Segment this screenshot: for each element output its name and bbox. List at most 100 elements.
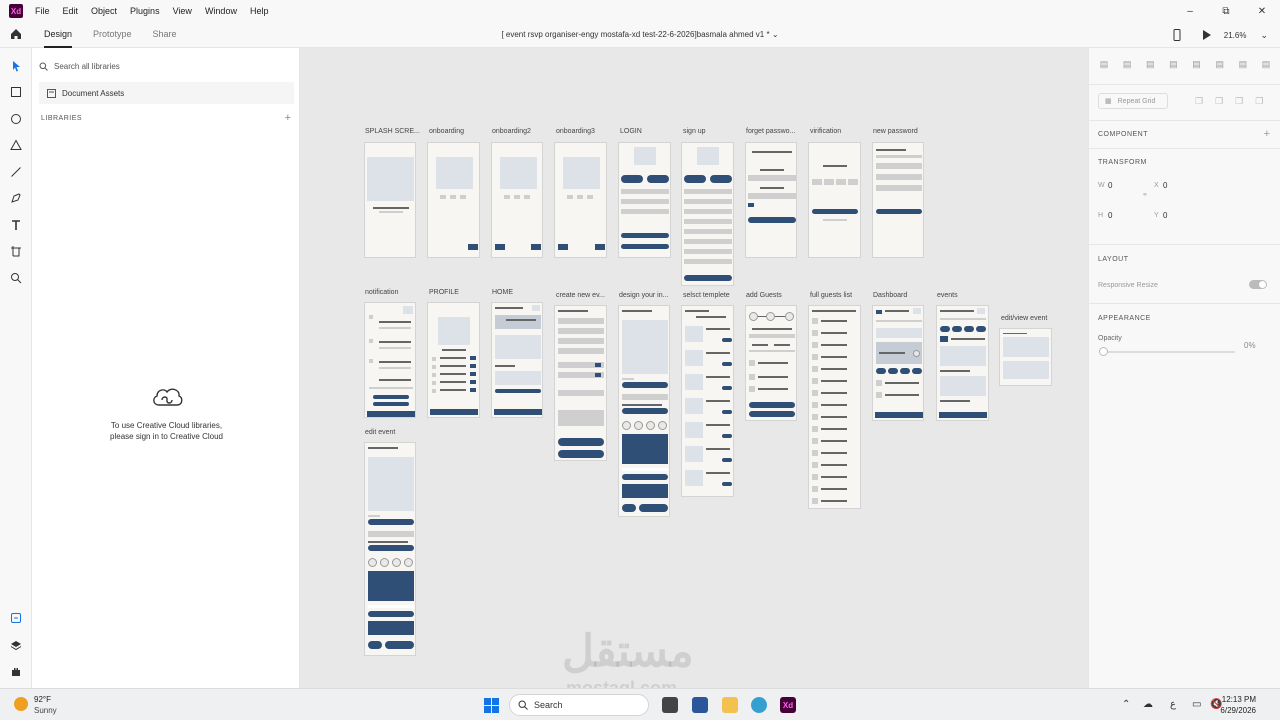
artboard-frame[interactable] [745, 142, 797, 258]
edge-browser-icon[interactable] [751, 697, 767, 713]
next-button [385, 641, 414, 649]
artboard-frame[interactable] [554, 142, 607, 258]
artboard-frame[interactable] [491, 142, 543, 258]
artboard-frame[interactable] [554, 305, 607, 461]
artboard-frame[interactable] [936, 305, 989, 421]
windows-start-icon[interactable] [484, 698, 499, 713]
weather-temperature[interactable]: 92°F [34, 695, 51, 704]
opacity-slider-track[interactable] [1101, 351, 1235, 353]
distribute-horizontal-icon[interactable]: ▤ [1261, 59, 1271, 69]
distribute-vertical-icon[interactable]: ▤ [1168, 59, 1178, 69]
plugins-icon[interactable] [9, 665, 23, 679]
input-field [558, 390, 604, 396]
language-icon[interactable]: ع [1170, 699, 1176, 710]
chevron-up-icon[interactable]: ⌃ [1122, 699, 1130, 710]
y-input[interactable]: 0 [1163, 211, 1167, 220]
align-middle-icon[interactable]: ▤ [1122, 59, 1132, 69]
zoom-level[interactable]: 21.6% [1224, 31, 1247, 40]
add-component-icon[interactable]: + [1264, 128, 1270, 140]
libraries-panel-icon[interactable] [9, 611, 23, 625]
mobile-preview-icon[interactable] [1172, 29, 1182, 41]
menu-view[interactable]: View [173, 6, 192, 16]
artboard-frame[interactable] [681, 305, 734, 497]
intersect-boolean-icon[interactable]: ❐ [1235, 96, 1243, 107]
rectangle-tool-icon[interactable] [9, 85, 23, 99]
select-tool-icon[interactable] [9, 59, 23, 73]
text-line [379, 211, 403, 213]
document-assets-item[interactable]: Document Assets [39, 82, 294, 104]
menu-edit[interactable]: Edit [63, 6, 79, 16]
display-icon[interactable]: ▭ [1192, 699, 1201, 710]
add-boolean-icon[interactable]: ❐ [1195, 96, 1203, 107]
minimize-button[interactable]: – [1172, 0, 1208, 22]
chevron-down-icon[interactable]: ⌄ [772, 30, 779, 39]
opacity-slider-handle[interactable] [1099, 347, 1108, 356]
play-icon[interactable] [1200, 29, 1214, 41]
artboard-frame[interactable] [491, 302, 543, 418]
artboard-frame[interactable] [618, 142, 671, 258]
artboard-frame[interactable] [618, 305, 670, 517]
x-input[interactable]: 0 [1163, 181, 1167, 190]
opacity-value[interactable]: 0% [1244, 341, 1256, 350]
artboard-frame[interactable] [681, 142, 734, 286]
search-input[interactable]: Search all libraries [54, 62, 120, 71]
taskbar-search[interactable]: Search [509, 694, 649, 716]
line-tool-icon[interactable] [9, 165, 23, 179]
pen-tool-icon[interactable] [9, 191, 23, 205]
artboard-frame[interactable] [364, 442, 416, 656]
height-input[interactable]: 0 [1108, 211, 1112, 220]
lock-icon[interactable]: ⚭ [1142, 191, 1148, 199]
network-icon[interactable]: ☁ [1143, 699, 1153, 710]
task-view-icon[interactable] [662, 697, 678, 713]
artboard-frame[interactable] [364, 142, 416, 258]
menu-plugins[interactable]: Plugins [130, 6, 160, 16]
file-explorer-icon[interactable] [722, 697, 738, 713]
align-top-icon[interactable]: ▤ [1099, 59, 1109, 69]
sun-icon[interactable] [14, 697, 28, 711]
checkbox [748, 203, 754, 207]
artboard-frame[interactable] [999, 328, 1052, 386]
layers-icon[interactable] [9, 638, 23, 652]
restore-button[interactable]: ⧉ [1208, 0, 1244, 22]
artboard-frame[interactable] [364, 302, 416, 418]
icon [913, 350, 920, 357]
zoom-tool-icon[interactable] [9, 271, 23, 285]
subtract-boolean-icon[interactable]: ❐ [1215, 96, 1223, 107]
align-bottom-icon[interactable]: ▤ [1145, 59, 1155, 69]
design-canvas[interactable]: SPLASH SCRE... onboarding onboarding2 on… [300, 48, 1088, 688]
exclude-boolean-icon[interactable]: ❐ [1255, 96, 1263, 107]
polygon-tool-icon[interactable] [9, 138, 23, 152]
artboard-frame[interactable] [745, 305, 797, 421]
ellipse-tool-icon[interactable] [9, 112, 23, 126]
artboard-frame[interactable] [872, 305, 924, 421]
artboard-frame[interactable] [808, 142, 861, 258]
library-search[interactable]: Search all libraries [39, 56, 294, 76]
align-left-icon[interactable]: ▤ [1192, 59, 1202, 69]
repeat-grid-button[interactable]: ▦ Repeat Grid [1098, 93, 1168, 109]
document-title[interactable]: [ event rsvp organiser-engy mostafa-xd t… [0, 30, 1280, 39]
artboard-frame[interactable] [808, 305, 861, 509]
close-button[interactable]: ✕ [1244, 0, 1280, 22]
responsive-resize-toggle[interactable] [1249, 280, 1267, 289]
text-tool-icon[interactable] [9, 218, 23, 232]
menu-file[interactable]: File [35, 6, 50, 16]
system-clock[interactable]: 12:13 PM 6/29/2026 [1220, 694, 1256, 716]
menu-object[interactable]: Object [91, 6, 117, 16]
menu-help[interactable]: Help [250, 6, 269, 16]
text-line [760, 169, 784, 171]
menu-window[interactable]: Window [205, 6, 237, 16]
artboard-tool-icon[interactable] [9, 244, 23, 258]
weather-condition[interactable]: Sunny [34, 706, 57, 715]
use-button [722, 410, 732, 414]
align-right-icon[interactable]: ▤ [1238, 59, 1248, 69]
artboard-frame[interactable] [427, 142, 480, 258]
chevron-down-icon[interactable]: ⌄ [1260, 30, 1268, 41]
text-line [379, 321, 411, 323]
artboard-frame[interactable] [872, 142, 924, 258]
align-center-icon[interactable]: ▤ [1215, 59, 1225, 69]
xd-taskbar-icon[interactable]: Xd [780, 697, 796, 713]
store-icon[interactable] [692, 697, 708, 713]
add-library-icon[interactable]: + [285, 112, 291, 124]
width-input[interactable]: 0 [1108, 181, 1112, 190]
artboard-frame[interactable] [427, 302, 480, 418]
